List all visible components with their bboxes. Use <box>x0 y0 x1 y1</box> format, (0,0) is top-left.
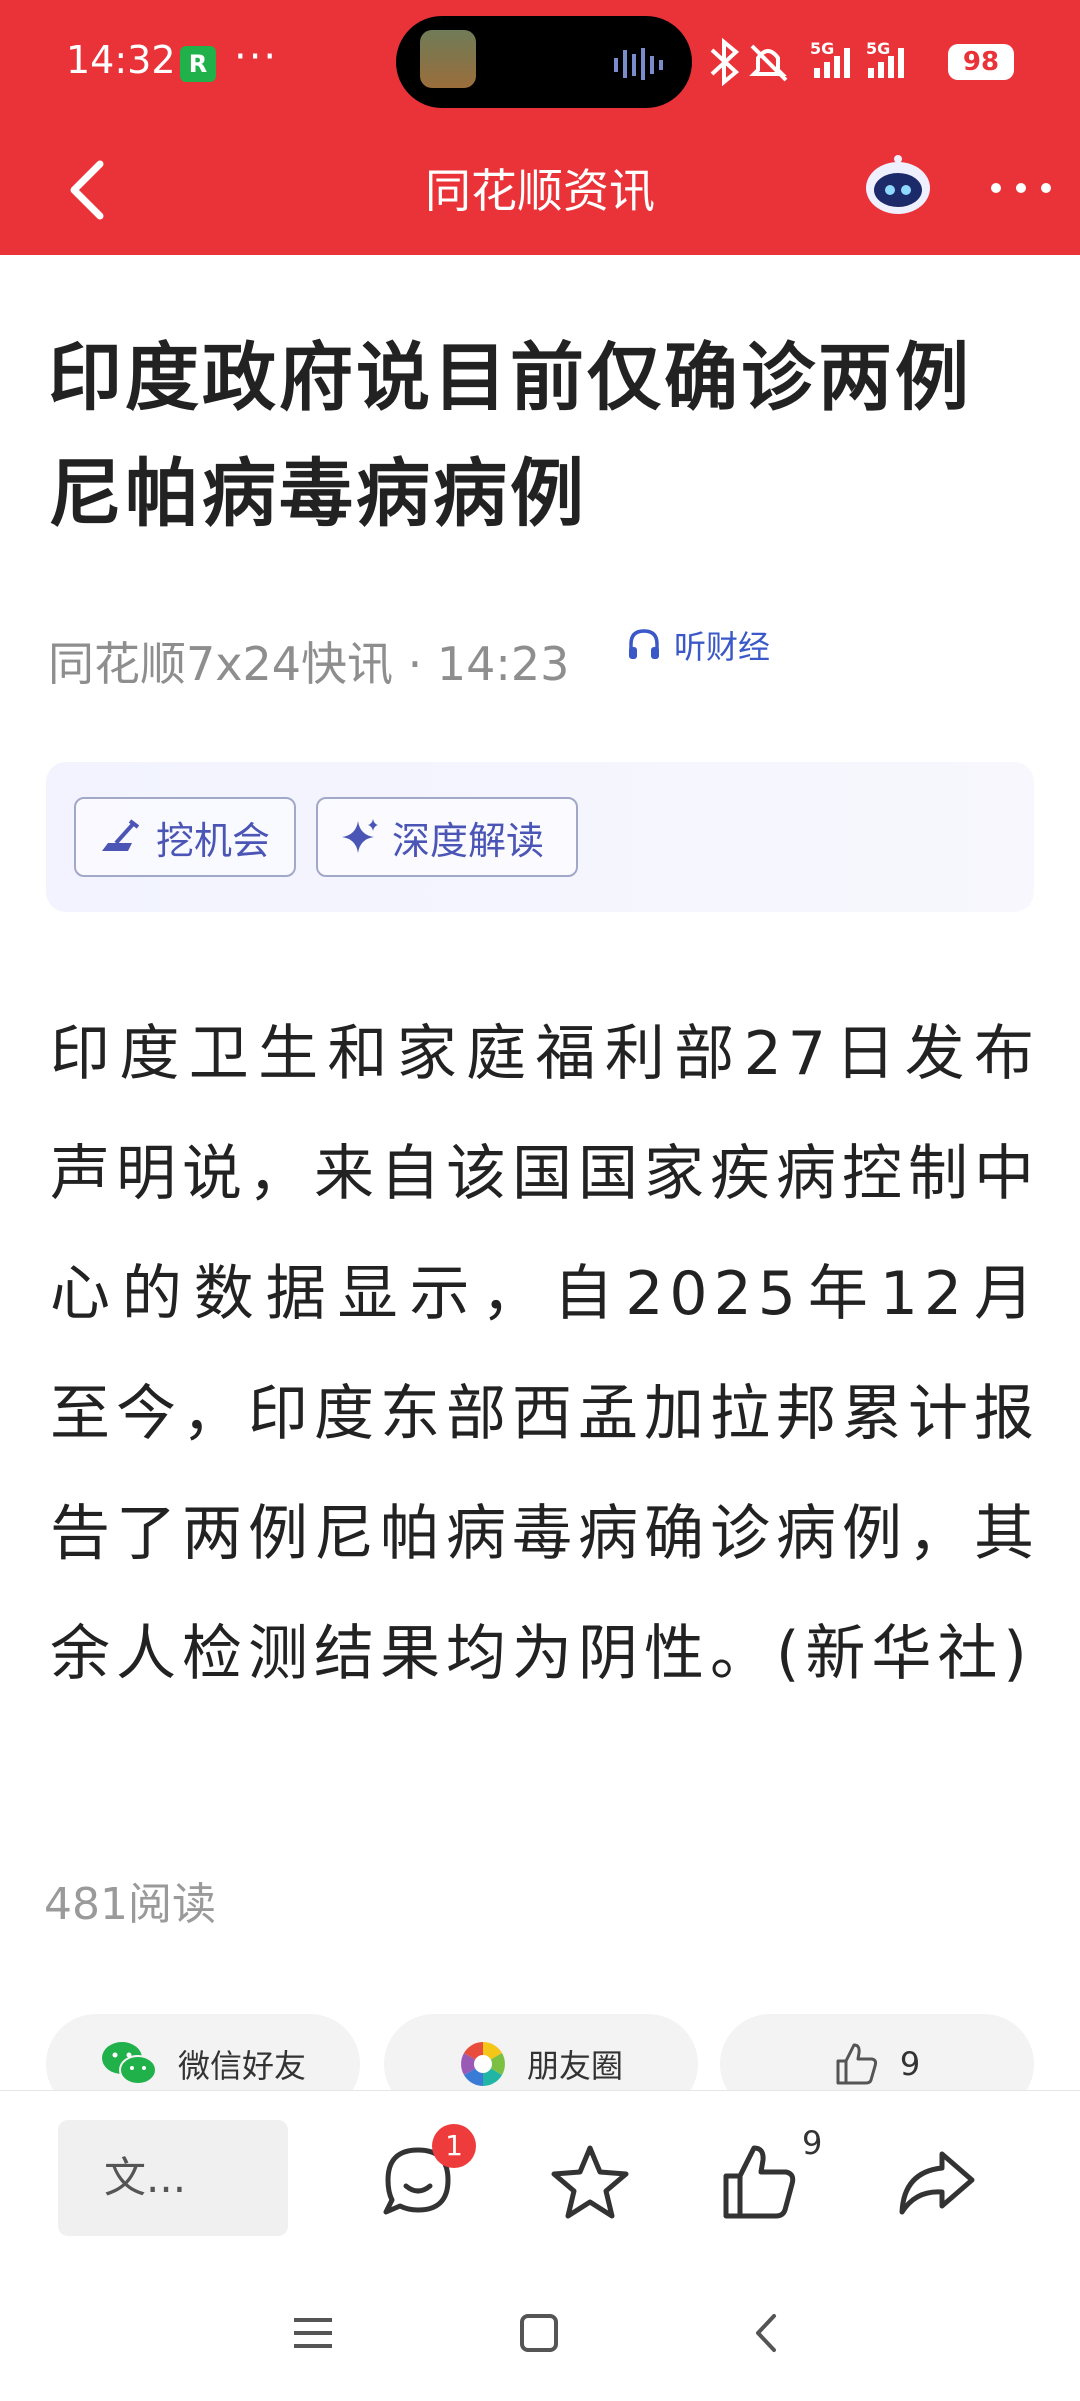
chip-label: 挖机会 <box>156 818 271 863</box>
signal-5g-icon: 5G <box>810 39 850 78</box>
status-app-icon: R <box>180 46 216 82</box>
dig-opportunity-chip[interactable]: 挖机会 <box>74 797 296 877</box>
share-moments-label: 朋友圈 <box>526 2047 623 2085</box>
status-indicators: 5G 5G <box>710 37 904 87</box>
share-wechat-label: 微信好友 <box>177 2047 306 2085</box>
article-source: 同花顺7x24快讯 · 14:23 <box>48 637 570 691</box>
mute-icon <box>749 44 788 82</box>
article-body: 印度卫生和家庭福利部27日发布声明说，来自该国国家疾病控制中心的数据显示，自20… <box>50 1019 1040 1689</box>
read-count: 481阅读 <box>44 1879 216 1930</box>
media-thumbnail <box>420 30 476 88</box>
signal-5g-icon-2: 5G <box>866 39 904 78</box>
home-nav-icon[interactable] <box>516 2310 562 2356</box>
article-title: 印度政府说目前仅确诊两例尼帕病毒病病例 <box>48 335 972 537</box>
more-options-icon[interactable] <box>986 168 1056 208</box>
headphones-icon[interactable] <box>626 626 662 662</box>
bluetooth-icon <box>710 37 740 87</box>
share-icon[interactable] <box>894 2140 978 2224</box>
shovel-icon <box>102 819 140 851</box>
svg-text:5G: 5G <box>866 39 890 58</box>
chip-label: 深度解读 <box>392 818 545 863</box>
battery-indicator: 98 <box>948 44 1014 80</box>
moments-icon <box>461 2042 505 2086</box>
star-icon[interactable] <box>548 2140 632 2224</box>
thumbs-up-icon <box>836 2043 877 2085</box>
back-nav-icon[interactable] <box>744 2310 790 2356</box>
wechat-icon <box>101 2042 157 2085</box>
audio-wave-icon <box>614 48 663 80</box>
comment-badge: 1 <box>432 2124 476 2168</box>
deep-analysis-chip[interactable]: 深度解读 <box>316 797 578 877</box>
menu-nav-icon[interactable] <box>290 2310 336 2356</box>
sparkle-icon <box>342 819 378 853</box>
status-time: 14:32 <box>66 38 176 82</box>
status-more-dots: ··· <box>234 34 279 80</box>
like-badge: 9 <box>802 2124 823 2162</box>
like-count: 9 <box>899 2045 921 2083</box>
thumbs-up-icon[interactable] <box>718 2140 802 2224</box>
comment-input[interactable]: 文... <box>58 2120 288 2236</box>
robot-assistant-icon[interactable] <box>862 150 934 222</box>
listen-finance-link[interactable]: 听财经 <box>674 622 770 668</box>
svg-text:5G: 5G <box>810 39 834 58</box>
